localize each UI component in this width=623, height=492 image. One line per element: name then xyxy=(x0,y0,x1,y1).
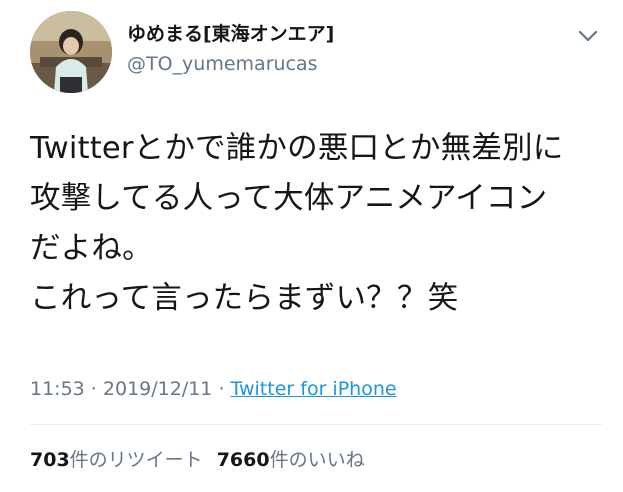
like-count: 7660 xyxy=(216,449,270,471)
avatar[interactable] xyxy=(30,11,112,93)
tweet-line: 攻撃してる人って大体アニメアイコン xyxy=(30,181,548,216)
tweet-stats: 703件のリツイート 7660件のいいね xyxy=(30,447,365,473)
divider xyxy=(30,424,602,425)
like-label: 件のいいね xyxy=(269,449,365,471)
tweet-line: これって言ったらまずい？？笑 xyxy=(30,281,459,316)
tweet-text: Twitterとかで誰かの悪口とか無差別に 攻撃してる人って大体アニメアイコン … xyxy=(30,124,610,324)
retweet-count-link[interactable]: 703件のリツイート xyxy=(30,447,203,473)
tweet-date[interactable]: 2019/12/11 xyxy=(103,378,213,400)
user-handle[interactable]: @TO_yumemarucas xyxy=(127,52,318,76)
display-name[interactable]: ゆめまる[東海オンエア] xyxy=(127,22,334,46)
chevron-down-icon[interactable] xyxy=(576,28,600,44)
tweet-line: だよね。 xyxy=(30,231,153,266)
meta-separator: · xyxy=(84,378,103,400)
tweet-line: Twitterとかで誰かの悪口とか無差別に xyxy=(30,131,564,166)
retweet-label: 件のリツイート xyxy=(69,449,203,471)
meta-separator: · xyxy=(212,378,231,400)
tweet-time[interactable]: 11:53 xyxy=(30,378,85,400)
tweet-source-link[interactable]: Twitter for iPhone xyxy=(231,378,397,400)
like-count-link[interactable]: 7660件のいいね xyxy=(217,447,365,473)
retweet-count: 703 xyxy=(30,449,70,471)
user-avatar-photo xyxy=(30,11,112,93)
tweet-meta: 11:53 · 2019/12/11 · Twitter for iPhone xyxy=(30,376,397,402)
